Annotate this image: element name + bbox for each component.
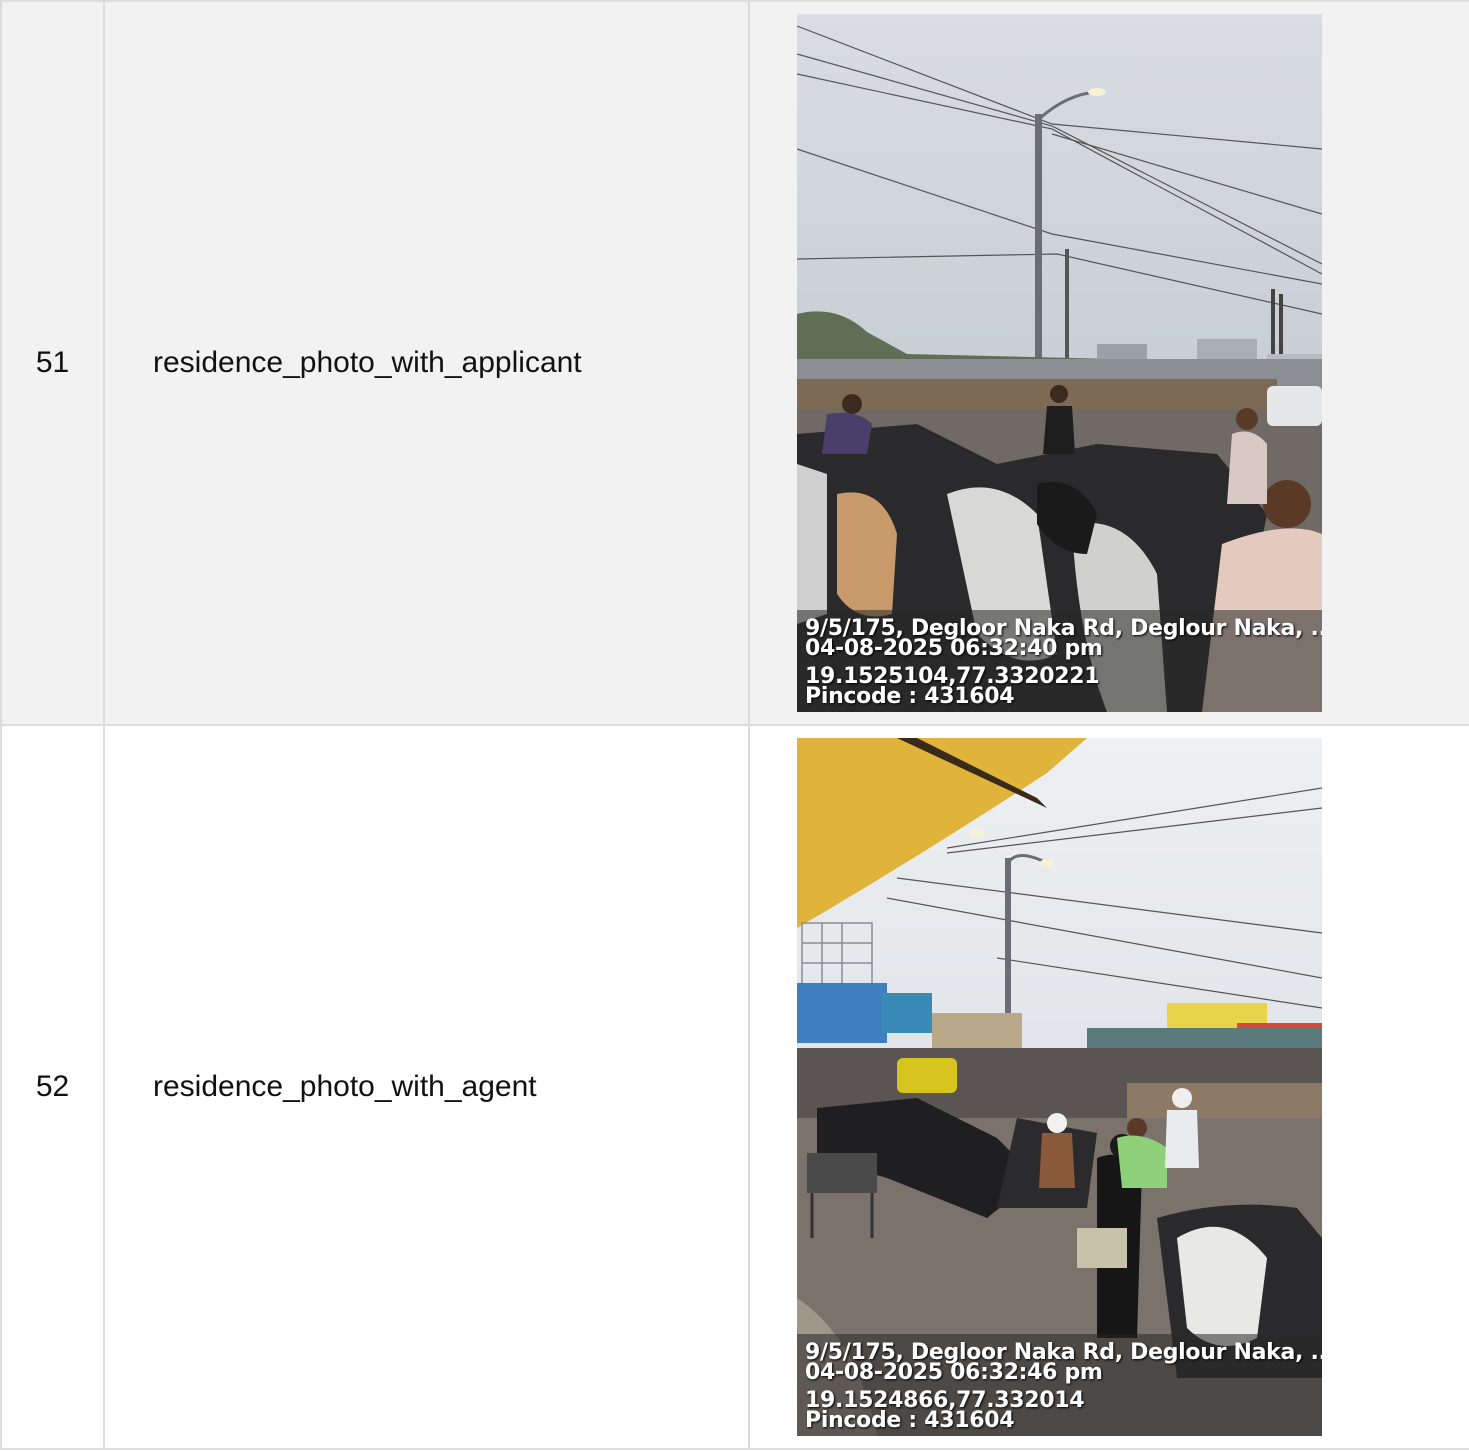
geo-stamp-overlay: 9/5/175, Degloor Naka Rd, Deglour Naka, … xyxy=(797,1334,1322,1436)
photo-cell: 9/5/175, Degloor Naka Rd, Deglour Naka, … xyxy=(748,724,1469,1450)
stamp-pincode: Pincode : 431604 xyxy=(805,1408,1015,1433)
street-scene-image xyxy=(797,738,1322,1436)
field-name: residence_photo_with_applicant xyxy=(103,0,750,726)
residence-photo[interactable]: 9/5/175, Degloor Naka Rd, Deglour Naka, … xyxy=(797,738,1322,1436)
stamp-datetime: 04-08-2025 06:32:40 pm xyxy=(805,636,1103,661)
row-number: 52 xyxy=(0,724,105,1450)
row-number: 51 xyxy=(0,0,105,726)
photo-table: 51 residence_photo_with_applicant 9/5/17… xyxy=(0,0,1469,1450)
street-scene-image xyxy=(797,14,1322,712)
stamp-datetime: 04-08-2025 06:32:46 pm xyxy=(805,1360,1103,1385)
geo-stamp-overlay: 9/5/175, Degloor Naka Rd, Deglour Naka, … xyxy=(797,610,1322,712)
table-row: 52 residence_photo_with_agent 9/5/175, D… xyxy=(0,724,1469,1450)
residence-photo[interactable]: 9/5/175, Degloor Naka Rd, Deglour Naka, … xyxy=(797,14,1322,712)
stamp-pincode: Pincode : 431604 xyxy=(805,684,1015,709)
field-name: residence_photo_with_agent xyxy=(103,724,750,1450)
table-row: 51 residence_photo_with_applicant 9/5/17… xyxy=(0,0,1469,726)
photo-cell: 9/5/175, Degloor Naka Rd, Deglour Naka, … xyxy=(748,0,1469,726)
